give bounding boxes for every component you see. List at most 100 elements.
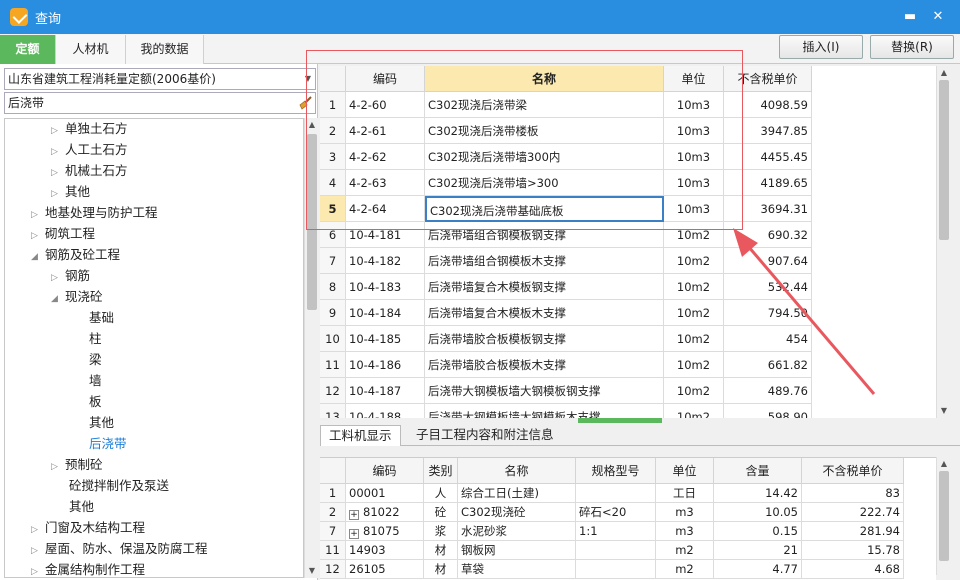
quota-unit[interactable]: 10m3 [664, 118, 724, 144]
material-name[interactable]: 水泥砂浆 [458, 522, 576, 541]
grid-header-price[interactable]: 不含税单价 [724, 66, 812, 92]
row-number[interactable]: 11 [320, 541, 346, 560]
row-number[interactable]: 9 [320, 300, 346, 326]
quota-name[interactable]: 后浇带墙组合钢模板钢支撑 [425, 222, 664, 248]
material-type[interactable]: 人 [424, 484, 458, 503]
material-spec[interactable] [576, 484, 656, 503]
quota-price[interactable]: 489.76 [724, 378, 812, 404]
material-unit[interactable]: m2 [656, 560, 714, 579]
material-type[interactable]: 浆 [424, 522, 458, 541]
tree-node[interactable]: ▷ 预制砼 [51, 455, 103, 475]
minimize-button[interactable]: ▬ [900, 7, 920, 27]
material-code[interactable]: +81075 [346, 522, 424, 541]
quota-price[interactable]: 3947.85 [724, 118, 812, 144]
close-button[interactable]: ✕ [928, 7, 948, 27]
tree-node[interactable]: ▷ 砌筑工程 [31, 224, 95, 244]
collapse-icon[interactable]: ◢ [31, 247, 45, 267]
material-price[interactable]: 281.94 [802, 522, 904, 541]
quota-code[interactable]: 4-2-64 [346, 196, 425, 222]
row-number[interactable]: 1 [320, 484, 346, 503]
quota-price[interactable]: 598.90 [724, 404, 812, 418]
quota-name[interactable]: C302现浇后浇带墙300内 [425, 144, 664, 170]
quota-name[interactable]: 后浇带墙胶合板模板钢支撑 [425, 326, 664, 352]
row-number[interactable]: 8 [320, 274, 346, 300]
quota-unit[interactable]: 10m3 [664, 196, 724, 222]
tree-node[interactable]: 其他 [89, 413, 114, 433]
quota-unit[interactable]: 10m2 [664, 300, 724, 326]
grid2-header-type[interactable]: 类别 [424, 458, 458, 484]
material-name[interactable]: 钢板网 [458, 541, 576, 560]
quota-name[interactable]: 后浇带大钢模板墙大钢模板木支撑 [425, 404, 664, 418]
grid-header-name[interactable]: 名称 [425, 66, 664, 92]
quota-name[interactable]: 后浇带墙胶合板模板木支撑 [425, 352, 664, 378]
quota-price[interactable]: 690.32 [724, 222, 812, 248]
row-number[interactable]: 4 [320, 170, 346, 196]
quota-unit[interactable]: 10m3 [664, 170, 724, 196]
quota-price[interactable]: 4455.45 [724, 144, 812, 170]
row-number[interactable]: 10 [320, 326, 346, 352]
quota-name[interactable]: C302现浇后浇带墙>300 [425, 170, 664, 196]
material-spec[interactable]: 碎石<20 [576, 503, 656, 522]
tab-labor-material-machine[interactable]: 人材机 [56, 35, 126, 64]
row-number[interactable]: 2 [320, 503, 346, 522]
chevron-down-icon[interactable]: ▼ [305, 69, 311, 89]
tree-node[interactable]: 梁 [89, 350, 102, 370]
quota-unit[interactable]: 10m2 [664, 248, 724, 274]
material-type[interactable]: 材 [424, 560, 458, 579]
tree-node[interactable]: ▷ 其他 [51, 182, 90, 202]
tree-scrollbar[interactable]: ▲ ▼ [304, 118, 318, 578]
quota-price[interactable]: 4098.59 [724, 92, 812, 118]
quota-price[interactable]: 3694.31 [724, 196, 812, 222]
tree-node[interactable]: ▷ 金属结构制作工程 [31, 560, 145, 577]
material-price[interactable]: 222.74 [802, 503, 904, 522]
material-unit[interactable]: 工日 [656, 484, 714, 503]
expand-icon[interactable]: ▷ [31, 520, 45, 540]
tree-node[interactable]: ▷ 门窗及木结构工程 [31, 518, 145, 538]
expand-icon[interactable]: ▷ [31, 205, 45, 225]
quota-price[interactable]: 532.44 [724, 274, 812, 300]
quota-name[interactable]: C302现浇后浇带楼板 [425, 118, 664, 144]
grid-scrollbar[interactable]: ▲ ▼ [936, 66, 950, 418]
material-qty[interactable]: 0.15 [714, 522, 802, 541]
quota-code[interactable]: 10-4-188 [346, 404, 425, 418]
tree-node[interactable]: 砼搅拌制作及泵送 [69, 476, 169, 496]
quota-name[interactable]: 后浇带墙复合木模板木支撑 [425, 300, 664, 326]
expand-icon[interactable]: ▷ [51, 142, 65, 162]
quota-name[interactable]: C302现浇后浇带梁 [425, 92, 664, 118]
scroll-up-icon[interactable]: ▲ [937, 66, 951, 80]
material-unit[interactable]: m2 [656, 541, 714, 560]
quota-name[interactable]: 后浇带大钢模板墙大钢模板钢支撑 [425, 378, 664, 404]
material-type[interactable]: 材 [424, 541, 458, 560]
expand-icon[interactable]: ▷ [31, 541, 45, 561]
material-type[interactable]: 砼 [424, 503, 458, 522]
scroll-down-icon[interactable]: ▼ [937, 404, 951, 418]
tab-material-display[interactable]: 工料机显示 [320, 425, 401, 446]
tree-node[interactable]: ▷ 单独土石方 [51, 119, 128, 139]
grid2-header-code[interactable]: 编码 [346, 458, 424, 484]
tree-node[interactable]: ▷ 钢筋 [51, 266, 90, 286]
quota-unit[interactable]: 10m2 [664, 326, 724, 352]
tab-work-content[interactable]: 子目工程内容和附注信息 [408, 425, 562, 446]
tree-node[interactable]: ▷ 屋面、防水、保温及防腐工程 [31, 539, 208, 559]
material-price[interactable]: 15.78 [802, 541, 904, 560]
quota-unit[interactable]: 10m2 [664, 404, 724, 418]
grid2-header-name[interactable]: 名称 [458, 458, 576, 484]
material-spec[interactable] [576, 541, 656, 560]
quota-price[interactable]: 4189.65 [724, 170, 812, 196]
quota-unit[interactable]: 10m2 [664, 352, 724, 378]
row-number[interactable]: 5 [320, 196, 346, 222]
quota-unit[interactable]: 10m3 [664, 92, 724, 118]
expand-icon[interactable]: ▷ [51, 163, 65, 183]
row-number[interactable]: 1 [320, 92, 346, 118]
filter-input[interactable]: 后浇带 [4, 92, 316, 114]
expand-icon[interactable]: ▷ [31, 226, 45, 246]
tree-node[interactable]: ◢ 现浇砼 [51, 287, 103, 307]
tree-node-selected[interactable]: 后浇带 [89, 434, 127, 454]
tab-quota[interactable]: 定额 [0, 35, 56, 64]
collapse-icon[interactable]: ◢ [51, 289, 65, 309]
quota-price[interactable]: 907.64 [724, 248, 812, 274]
quota-name[interactable]: 后浇带墙组合钢模板木支撑 [425, 248, 664, 274]
quota-code[interactable]: 10-4-181 [346, 222, 425, 248]
grid2-header-unit[interactable]: 单位 [656, 458, 714, 484]
broom-icon[interactable] [297, 95, 313, 111]
